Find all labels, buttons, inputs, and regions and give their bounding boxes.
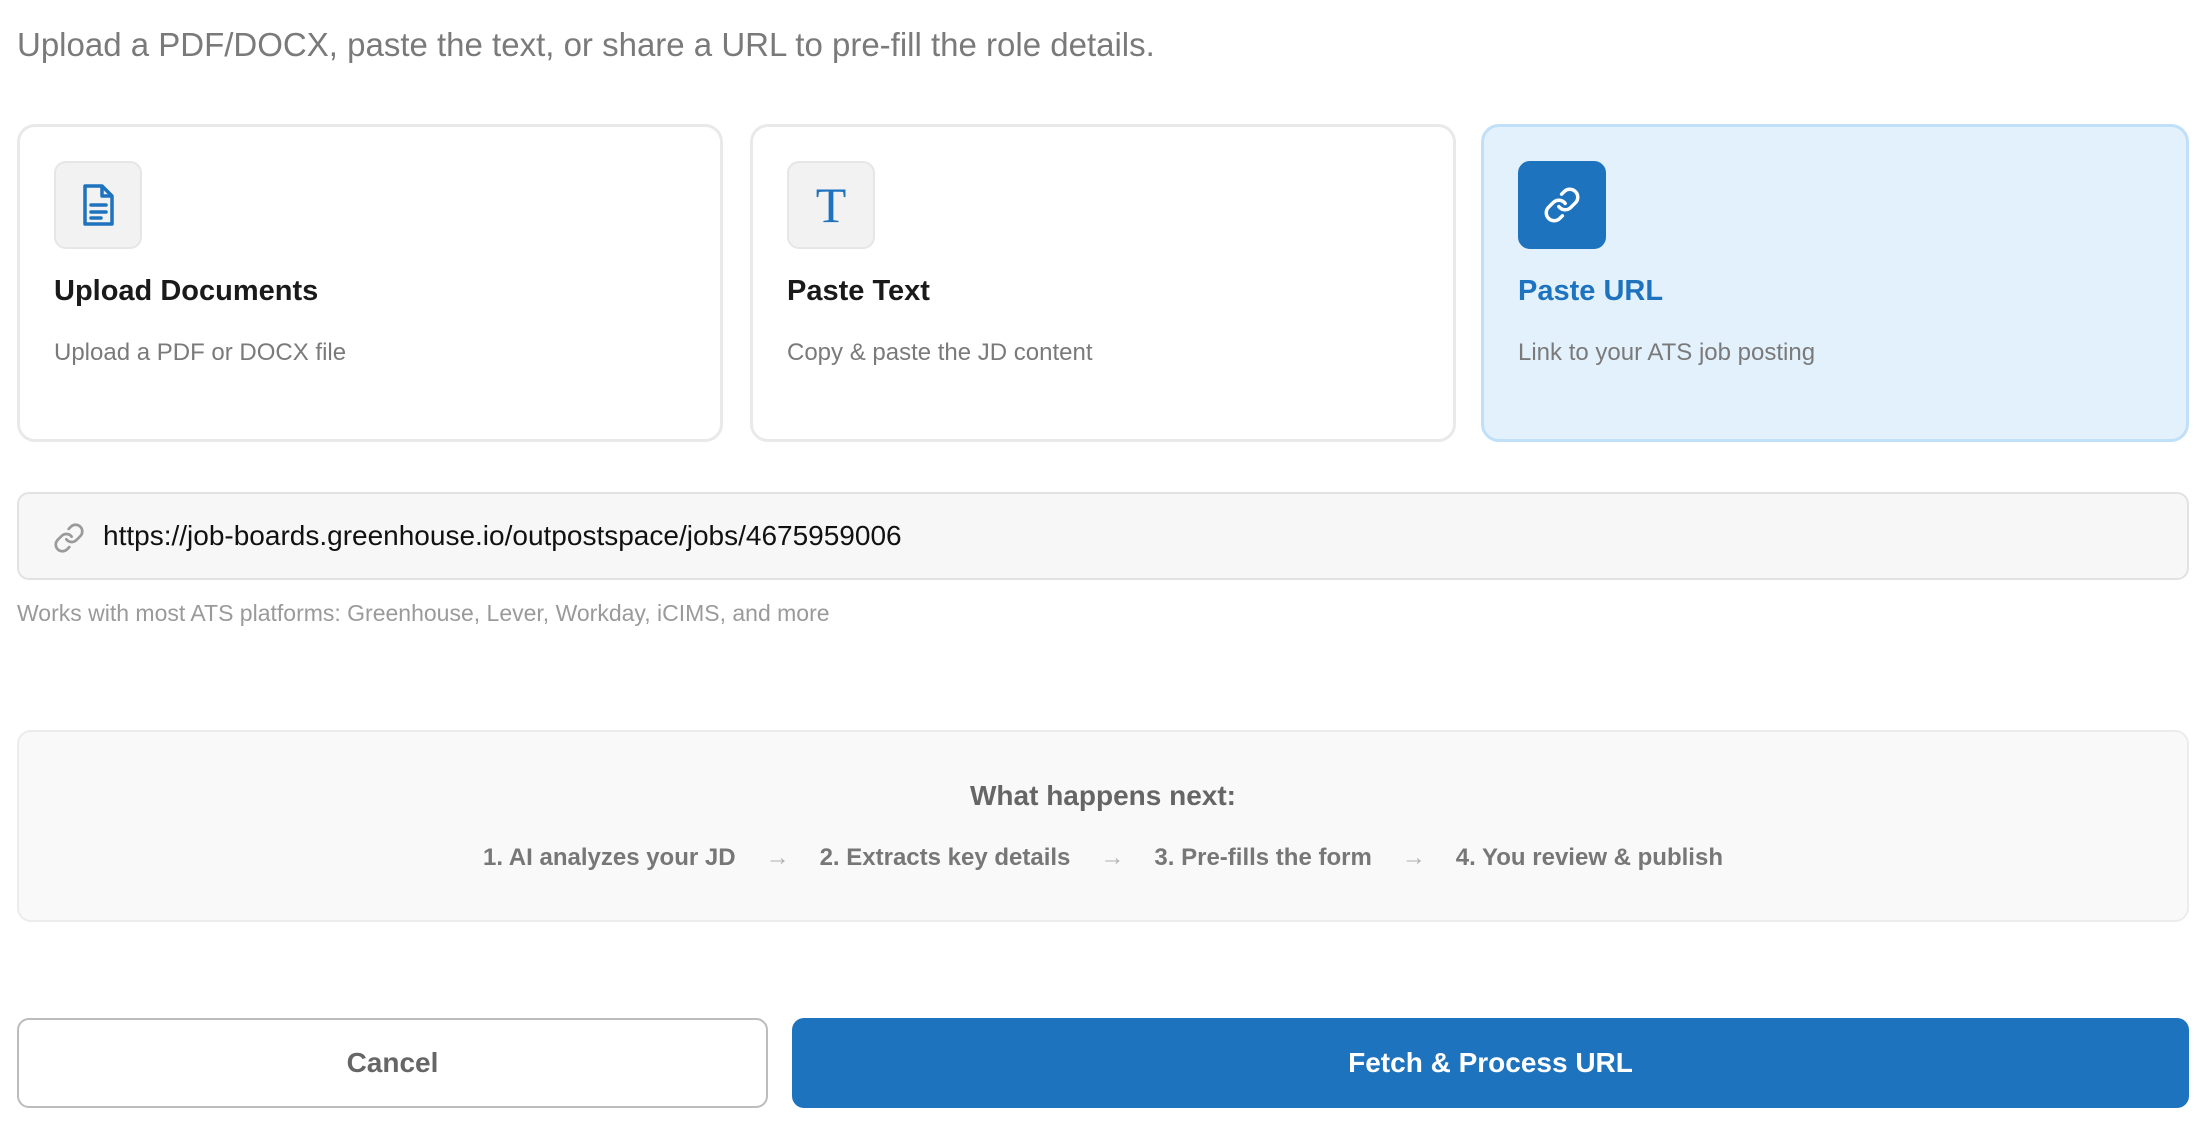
arrow-right-icon: → xyxy=(765,844,790,871)
page-subtitle: Upload a PDF/DOCX, paste the text, or sh… xyxy=(17,26,1155,63)
text-icon: T xyxy=(787,161,875,249)
option-title: Paste Text xyxy=(787,275,930,307)
ats-hint: Works with most ATS platforms: Greenhous… xyxy=(17,600,830,626)
url-field[interactable] xyxy=(17,492,2189,580)
option-title: Paste URL xyxy=(1518,275,1664,307)
link-icon xyxy=(53,522,85,554)
next-steps-list: 1. AI analyzes your JD → 2. Extracts key… xyxy=(19,844,2187,872)
url-input[interactable] xyxy=(103,502,2163,570)
option-upload-documents[interactable]: Upload Documents Upload a PDF or DOCX fi… xyxy=(17,124,723,442)
option-paste-text[interactable]: T Paste Text Copy & paste the JD content xyxy=(750,124,1456,442)
next-steps-title: What happens next: xyxy=(969,780,1236,811)
step-item: 3. Pre-fills the form xyxy=(1154,844,1372,871)
arrow-right-icon: → xyxy=(1401,844,1426,871)
link-icon xyxy=(1518,161,1606,249)
option-title: Upload Documents xyxy=(54,275,319,307)
option-description: Link to your ATS job posting xyxy=(1518,339,1816,366)
step-item: 4. You review & publish xyxy=(1455,844,1723,871)
cancel-button[interactable]: Cancel xyxy=(17,1018,768,1108)
document-icon xyxy=(54,161,142,249)
option-paste-url[interactable]: Paste URL Link to your ATS job posting xyxy=(1481,124,2189,442)
arrow-right-icon: → xyxy=(1100,844,1125,871)
next-steps-panel: What happens next: 1. AI analyzes your J… xyxy=(17,730,2189,922)
step-item: 1. AI analyzes your JD xyxy=(483,844,736,871)
step-item: 2. Extracts key details xyxy=(819,844,1071,871)
fetch-process-url-button[interactable]: Fetch & Process URL xyxy=(792,1018,2189,1108)
option-description: Copy & paste the JD content xyxy=(787,339,1093,366)
option-description: Upload a PDF or DOCX file xyxy=(54,339,347,366)
